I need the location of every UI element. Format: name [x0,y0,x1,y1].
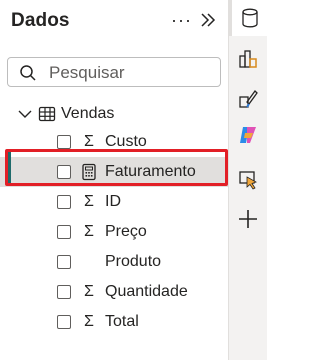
field-checkbox[interactable] [57,255,71,269]
field-row[interactable]: Produto [0,247,229,277]
collapse-pane-icon[interactable] [197,9,219,31]
field-label: Quantidade [105,283,188,300]
chevron-down-icon[interactable] [17,106,33,122]
field-label: Preço [105,223,147,240]
add-icon [239,210,257,228]
selection-pane-button[interactable] [229,162,267,198]
format-brush-icon [239,90,258,108]
add-pane-button[interactable] [229,201,267,237]
pane-switcher-rail [229,0,267,360]
sigma-icon: Σ [84,223,94,240]
build-visual-button[interactable] [229,41,267,77]
table-vendas[interactable]: Vendas [0,100,229,128]
field-row[interactable]: Σ Preço [0,217,229,247]
table-icon [38,106,56,122]
more-options-icon[interactable]: ··· [171,10,192,30]
data-cylinder-icon [241,8,258,28]
field-row[interactable]: Σ ID [0,187,229,217]
search-icon [20,65,36,81]
sigma-icon: Σ [84,193,94,210]
table-name: Vendas [61,105,115,122]
copilot-icon [240,127,256,143]
field-label: Produto [105,253,162,270]
selection-pointer-icon [239,171,257,190]
format-pane-button[interactable] [229,81,267,117]
search-box[interactable]: Pesquisar [7,57,221,87]
field-row[interactable]: Σ Quantidade [0,277,229,307]
sigma-icon: Σ [84,283,94,300]
field-label: ID [105,193,121,210]
pane-title: Dados [11,10,70,31]
copilot-button[interactable] [229,117,267,153]
build-visual-icon [239,50,257,68]
field-checkbox[interactable] [57,195,71,209]
data-pane: Dados ··· Pesquisar Vendas Σ Custo Fatur… [0,0,229,360]
field-checkbox[interactable] [57,225,71,239]
sigma-icon: Σ [84,313,94,330]
field-checkbox[interactable] [57,285,71,299]
field-checkbox[interactable] [57,135,71,149]
field-checkbox[interactable] [57,315,71,329]
field-label: Total [105,313,139,330]
data-pane-button[interactable] [229,0,267,36]
field-row[interactable]: Σ Total [0,307,229,337]
red-highlight-box [5,149,228,186]
search-placeholder: Pesquisar [49,63,125,82]
